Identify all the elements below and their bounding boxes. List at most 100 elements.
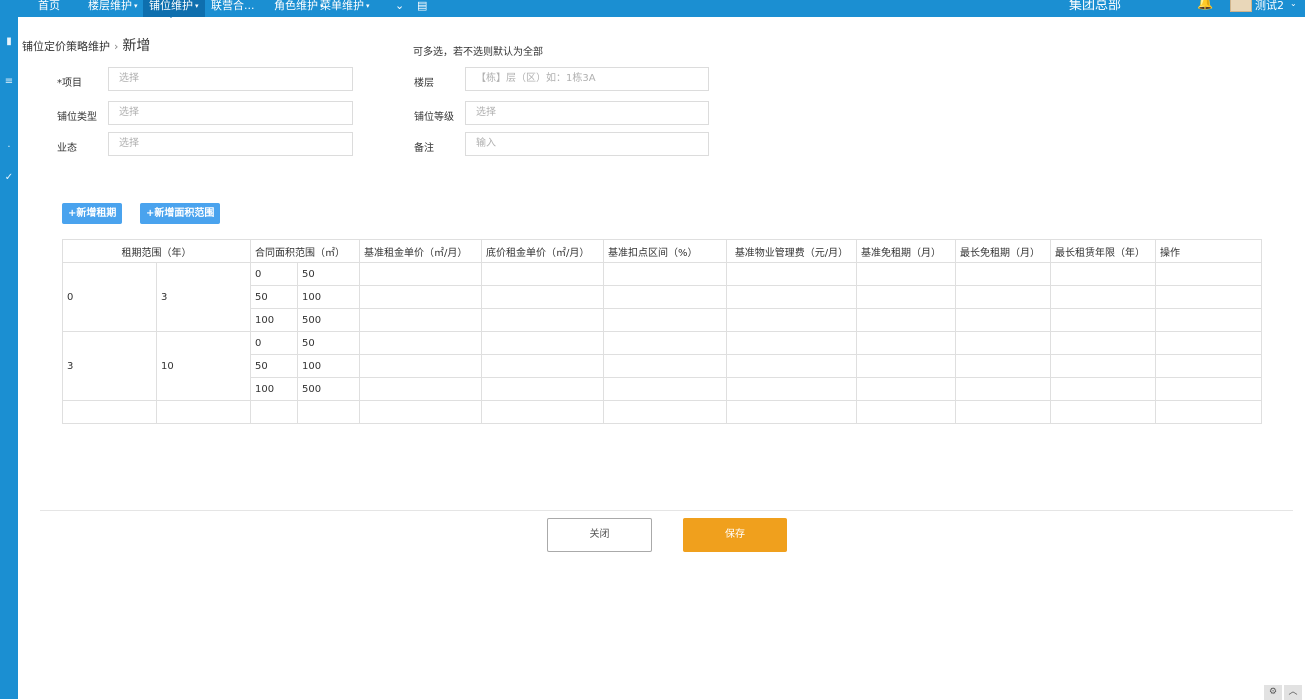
- area-start-cell[interactable]: 100: [250, 308, 298, 332]
- area-end-cell[interactable]: 500: [297, 308, 360, 332]
- value-cell[interactable]: [856, 308, 956, 332]
- value-cell[interactable]: [955, 377, 1051, 401]
- settings-icon[interactable]: ⚙: [1264, 685, 1282, 700]
- value-cell[interactable]: [955, 285, 1051, 309]
- value-cell[interactable]: [481, 354, 604, 378]
- area-start-cell[interactable]: 0: [250, 331, 298, 355]
- area-end-cell[interactable]: 500: [297, 377, 360, 401]
- area-start-cell[interactable]: [250, 400, 298, 424]
- document-icon[interactable]: ▤: [411, 0, 433, 17]
- value-cell[interactable]: [726, 308, 857, 332]
- value-cell[interactable]: [856, 400, 956, 424]
- area-start-cell[interactable]: 50: [250, 285, 298, 309]
- add-term-button[interactable]: +新增租期: [62, 203, 123, 224]
- value-cell[interactable]: [481, 285, 604, 309]
- value-cell[interactable]: [603, 331, 727, 355]
- value-cell[interactable]: [603, 308, 727, 332]
- value-cell[interactable]: [1155, 285, 1262, 309]
- value-cell[interactable]: [603, 400, 727, 424]
- value-cell[interactable]: [359, 308, 482, 332]
- add-area-range-button[interactable]: +新增面积范围: [140, 203, 221, 224]
- value-cell[interactable]: [359, 377, 482, 401]
- chevron-down-icon[interactable]: ⌄: [1290, 0, 1297, 8]
- value-cell[interactable]: [1155, 400, 1262, 424]
- value-cell[interactable]: [481, 400, 604, 424]
- check-icon[interactable]: ✓: [2, 171, 16, 185]
- close-button[interactable]: 关闭: [547, 518, 652, 552]
- value-cell[interactable]: [603, 262, 727, 286]
- value-cell[interactable]: [481, 331, 604, 355]
- value-cell[interactable]: [726, 354, 857, 378]
- term-end-cell[interactable]: 3: [156, 262, 251, 332]
- nav-menu-maintenance[interactable]: 菜单维护 ▾: [314, 0, 376, 17]
- term-start-cell[interactable]: [62, 400, 157, 424]
- remark-input[interactable]: 输入: [465, 132, 709, 156]
- area-start-cell[interactable]: 100: [250, 377, 298, 401]
- nav-home[interactable]: 首页: [32, 0, 66, 17]
- nav-more-chevron-icon[interactable]: ⌄: [389, 0, 410, 17]
- term-end-cell[interactable]: [156, 400, 251, 424]
- value-cell[interactable]: [726, 262, 857, 286]
- area-end-cell[interactable]: [297, 400, 360, 424]
- value-cell[interactable]: [359, 331, 482, 355]
- value-cell[interactable]: [481, 262, 604, 286]
- value-cell[interactable]: [726, 331, 857, 355]
- value-cell[interactable]: [955, 308, 1051, 332]
- user-name[interactable]: 测试2: [1255, 0, 1284, 17]
- area-end-cell[interactable]: 50: [297, 331, 360, 355]
- shop-type-select[interactable]: 选择: [108, 101, 353, 125]
- value-cell[interactable]: [1050, 400, 1156, 424]
- save-button[interactable]: 保存: [683, 518, 787, 552]
- value-cell[interactable]: [1050, 285, 1156, 309]
- business-select[interactable]: 选择: [108, 132, 353, 156]
- value-cell[interactable]: [481, 308, 604, 332]
- value-cell[interactable]: [603, 285, 727, 309]
- value-cell[interactable]: [856, 285, 956, 309]
- value-cell[interactable]: [359, 262, 482, 286]
- bell-icon[interactable]: 🔔: [1197, 0, 1213, 11]
- org-name[interactable]: 集团总部: [1069, 0, 1121, 17]
- value-cell[interactable]: [1155, 331, 1262, 355]
- area-end-cell[interactable]: 100: [297, 354, 360, 378]
- value-cell[interactable]: [481, 377, 604, 401]
- project-select[interactable]: 选择: [108, 67, 353, 91]
- avatar[interactable]: [1230, 0, 1252, 12]
- term-start-cell[interactable]: 0: [62, 262, 157, 332]
- chevron-up-icon[interactable]: ︿: [1284, 685, 1302, 700]
- shop-level-select[interactable]: 选择: [465, 101, 709, 125]
- value-cell[interactable]: [1050, 354, 1156, 378]
- value-cell[interactable]: [359, 285, 482, 309]
- value-cell[interactable]: [1050, 377, 1156, 401]
- value-cell[interactable]: [955, 262, 1051, 286]
- floor-input[interactable]: 【栋】层（区）如：1栋3A: [465, 67, 709, 91]
- value-cell[interactable]: [1155, 377, 1262, 401]
- list-icon[interactable]: ≡: [2, 75, 16, 89]
- value-cell[interactable]: [955, 354, 1051, 378]
- area-start-cell[interactable]: 50: [250, 354, 298, 378]
- value-cell[interactable]: [1155, 354, 1262, 378]
- value-cell[interactable]: [955, 331, 1051, 355]
- term-end-cell[interactable]: 10: [156, 331, 251, 401]
- value-cell[interactable]: [856, 262, 956, 286]
- area-end-cell[interactable]: 100: [297, 285, 360, 309]
- value-cell[interactable]: [856, 331, 956, 355]
- area-end-cell[interactable]: 50: [297, 262, 360, 286]
- value-cell[interactable]: [1155, 308, 1262, 332]
- value-cell[interactable]: [1155, 262, 1262, 286]
- value-cell[interactable]: [726, 285, 857, 309]
- value-cell[interactable]: [1050, 331, 1156, 355]
- nav-floor-maintenance[interactable]: 楼层维护 ▾: [82, 0, 144, 17]
- value-cell[interactable]: [1050, 262, 1156, 286]
- dot-icon[interactable]: ·: [2, 141, 16, 155]
- nav-joint-contract[interactable]: 联营合...: [205, 0, 261, 17]
- value-cell[interactable]: [359, 400, 482, 424]
- value-cell[interactable]: [955, 400, 1051, 424]
- value-cell[interactable]: [1050, 308, 1156, 332]
- value-cell[interactable]: [603, 377, 727, 401]
- value-cell[interactable]: [856, 354, 956, 378]
- value-cell[interactable]: [359, 354, 482, 378]
- term-start-cell[interactable]: 3: [62, 331, 157, 401]
- menu-icon[interactable]: ▮: [2, 35, 16, 49]
- breadcrumb-parent[interactable]: 铺位定价策略维护: [22, 40, 110, 53]
- value-cell[interactable]: [726, 377, 857, 401]
